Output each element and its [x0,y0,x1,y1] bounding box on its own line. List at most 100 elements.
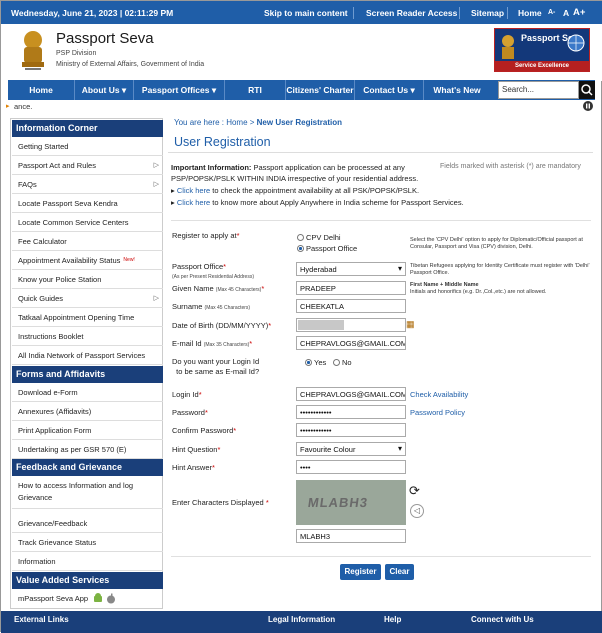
top-bar: Wednesday, June 21, 2023 | 02:11:29 PM S… [1,1,602,24]
footer: External Links Legal Information Help Co… [1,611,602,633]
surname-label: Surname (Max 45 Characters) [172,302,251,311]
dob-label: Date of Birth (DD/MM/YYYY)* [172,321,272,330]
footer-help[interactable]: Help [384,615,401,624]
sitemap-link[interactable]: Sitemap [471,8,504,18]
nav-whats-new[interactable]: What's New [424,80,490,100]
sidebar-item[interactable]: How to access Information and log Grieva… [12,476,163,509]
footer-legal-information[interactable]: Legal Information [268,615,335,624]
nav-citizens-charter[interactable]: Citizens' Charter [286,80,354,100]
ticker-arrow-icon: ▸ [6,103,10,110]
font-decrease-button[interactable]: A- [548,9,555,16]
dob-input[interactable] [296,318,406,332]
clear-button[interactable]: Clear [385,564,414,580]
sidebar-item[interactable]: Passport Act and Rules ▷ [12,156,163,175]
sidebar-item[interactable]: Grievance/Feedback [12,514,163,533]
audio-captcha-icon[interactable]: ◁ [410,504,424,518]
email-input[interactable]: CHEPRAVLOGS@GMAIL.COM [296,336,406,350]
sidebar-item[interactable]: FAQs ▷ [12,175,163,194]
sidebar-item[interactable]: Instructions Booklet [12,327,163,346]
passport-office-label: Passport Office* (As per Present Resident… [172,262,254,280]
sidebar-item-label: Tatkaal Appointment Opening Time [18,312,135,322]
nav-rti[interactable]: RTI [225,80,285,100]
cpv-delhi-radio[interactable]: CPV Delhi [297,233,341,242]
sidebar-item[interactable]: Fee Calculator [12,232,163,251]
national-emblem-icon [22,31,44,70]
sidebar-item[interactable]: Appointment Availability Status New! [12,251,163,270]
register-button[interactable]: Register [340,564,381,580]
sidebar-item[interactable]: Track Grievance Status [12,533,163,552]
sidebar-item-label: Know your Police Station [18,274,102,284]
sidebar-item-label: Instructions Booklet [18,331,84,341]
apply-anywhere-link[interactable]: Click here [177,198,210,207]
nav-passport-offices[interactable]: Passport Offices ▾ [134,80,224,100]
sidebar-item[interactable]: Annexures (Affidavits) [12,402,163,421]
divider [353,7,354,19]
search-input[interactable]: Search... [498,81,579,99]
captcha-input[interactable]: MLABH3 [296,529,406,543]
same-yes-radio[interactable]: Yes [305,358,326,367]
tibetan-note: Tibetan Refugees applying for Identity C… [410,263,590,276]
nav-home[interactable]: Home [8,80,74,100]
sidebar-item[interactable]: Information [12,552,163,571]
android-icon [94,593,103,602]
font-normal-button[interactable]: A [563,8,569,18]
appointment-availability-link[interactable]: Click here [177,186,210,195]
hint-answer-label: Hint Answer* [172,463,215,472]
radio-label: CPV Delhi [306,233,341,242]
password-input[interactable]: •••••••••••• [296,405,406,419]
radio-label: Yes [314,358,327,367]
sidebar-item[interactable]: Know your Police Station [12,270,163,289]
given-name-input[interactable]: PRADEEP [296,281,406,295]
same-login-label: Do you want your Login Id to be same as … [172,357,260,376]
nav-contact-us[interactable]: Contact Us ▾ [355,80,423,100]
sidebar-item[interactable]: Undertaking as per GSR 570 (E) [12,440,163,459]
calendar-icon[interactable]: ▦ [406,319,415,330]
sidebar-item[interactable]: Download e-Form [12,383,163,402]
sidebar-item-label: How to access Information and log Grieva… [18,481,134,502]
nav-about-us[interactable]: About Us ▾ [75,80,133,100]
breadcrumb-home-link[interactable]: Home [226,118,247,127]
hint-question-select[interactable]: Favourite Colour [296,442,406,456]
same-no-radio[interactable]: No [333,358,352,367]
passport-office-radio[interactable]: Passport Office [297,244,357,253]
refresh-captcha-icon[interactable]: ⟳ [409,483,420,499]
passport-office-select[interactable]: Hyderabad [296,262,406,276]
breadcrumb-current: New User Registration [256,118,343,127]
footer-connect[interactable]: Connect with Us [471,615,534,624]
top-home-link[interactable]: Home [518,8,542,18]
pause-button[interactable] [583,101,593,111]
feedback-heading: Feedback and Grievance [12,459,163,476]
sidebar-item[interactable]: All India Network of Passport Services [12,346,163,365]
captcha-label: Enter Characters Displayed * [172,498,269,507]
sidebar-item-label: Print Application Form [18,425,92,435]
footer-external-links[interactable]: External Links [14,615,69,624]
site-header: Passport Seva PSP Division Ministry of E… [1,24,602,81]
search-button[interactable] [579,81,595,99]
chevron-right-icon: ▷ [153,181,159,188]
sidebar-item[interactable]: Print Application Form [12,421,163,440]
password-policy-link[interactable]: Password Policy [410,408,465,417]
font-increase-button[interactable]: A+ [573,7,585,18]
sidebar-item[interactable]: Locate Passport Seva Kendra [12,194,163,213]
check-availability-link[interactable]: Check Availability [410,390,468,399]
screen-reader-link[interactable]: Screen Reader Access [366,8,457,18]
title-divider [168,152,593,153]
sidebar-item-label: Information [18,556,56,566]
sidebar-item[interactable]: mPassport Seva App [12,589,163,608]
sidebar-item-label: Download e-Form [18,387,78,397]
sidebar-item-label: Quick Guides [18,293,64,303]
passport-seva-logo: Passport Seva Service Excellence [494,28,590,72]
hint-answer-input[interactable]: •••• [296,460,406,474]
site-title: Passport Seva [56,30,154,47]
skip-link[interactable]: Skip to main content [264,8,348,18]
sidebar-item-label: FAQs [18,179,37,189]
sidebar-item[interactable]: Locate Common Service Centers [12,213,163,232]
sidebar-item[interactable]: Getting Started [12,138,163,156]
sidebar-item[interactable]: Quick Guides ▷ [12,289,163,308]
surname-input[interactable]: CHEEKATLA [296,299,406,313]
chevron-right-icon: ▷ [153,295,159,302]
confirm-password-input[interactable]: •••••••••••• [296,423,406,437]
login-id-input[interactable]: CHEPRAVLOGS@GMAIL.COM [296,387,406,401]
radio-label: No [342,358,352,367]
sidebar-item[interactable]: Tatkaal Appointment Opening Time [12,308,163,327]
